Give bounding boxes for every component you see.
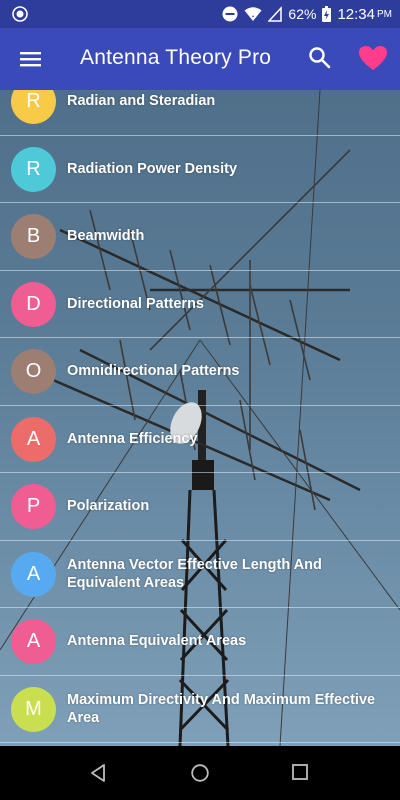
list-item[interactable]: B Beamwidth [0,203,400,271]
favorite-heart-icon[interactable] [358,44,388,72]
list-item[interactable]: R Radian and Steradian [0,90,400,136]
letter-avatar: M [11,686,56,732]
wifi-icon [244,7,262,21]
list-item[interactable]: A Antenna Efficiency [0,406,400,473]
list-item-title: Beamwidth [67,228,145,245]
app-bar: Antenna Theory Pro [0,28,400,90]
list-item[interactable]: P Polarization [0,473,400,541]
list-item-title: Antenna Efficiency [67,430,198,447]
letter-avatar: O [11,349,56,394]
list-item[interactable]: A Antenna Vector Effective Length And Equ… [0,541,400,608]
topic-list: R Radian and Steradian R Radiation Power De… [0,90,400,743]
list-item[interactable]: D Directional Patterns [0,271,400,338]
status-right: 62% 12:34 PM [222,0,392,28]
battery-charging-icon [322,6,332,22]
list-item[interactable]: O Omnidirectional Patterns [0,338,400,406]
letter-avatar: A [11,619,56,664]
clock-time: 12:34 [337,5,375,23]
list-item-title: Radiation Power Density [67,160,238,177]
clock-ampm: PM [377,8,392,20]
list-item-title: Polarization [67,498,150,515]
cell-signal-icon [268,6,283,22]
letter-avatar: P [11,484,56,529]
recent-apps-icon[interactable] [291,763,309,781]
back-icon[interactable] [89,763,109,783]
list-item[interactable]: R Radiation Power Density [0,136,400,203]
search-icon[interactable] [306,44,334,72]
letter-avatar: B [11,214,56,259]
list-item-title: Maximum Directivity And Maximum Effectiv… [67,691,376,726]
list-item-title: Omnidirectional Patterns [67,363,240,380]
system-navigation-bar [0,746,400,800]
app-title: Antenna Theory Pro [80,46,272,69]
topic-list-panel: R Radian and Steradian R Radiation Power De… [0,90,400,746]
battery-percent: 62% [288,6,317,22]
hamburger-menu-icon[interactable] [14,46,46,72]
letter-avatar: A [11,416,56,462]
list-item[interactable]: M Maximum Directivity And Maximum Effecti… [0,676,400,743]
home-icon[interactable] [190,763,210,783]
letter-avatar: D [11,281,56,327]
list-item-title: Antenna Equivalent Areas [67,633,247,650]
status-bar: 62% 12:34 PM [0,0,400,28]
list-item-title: Radian and Steradian [67,93,216,110]
list-item-title: Directional Patterns [67,295,204,312]
do-not-disturb-icon [222,6,238,22]
list-item[interactable]: A Antenna Equivalent Areas [0,608,400,676]
app-notification-icon [12,6,28,22]
letter-avatar: A [11,551,56,597]
list-item-title: Antenna Vector Effective Length And Equi… [67,556,322,591]
letter-avatar: R [11,90,56,124]
letter-avatar: R [11,146,56,192]
